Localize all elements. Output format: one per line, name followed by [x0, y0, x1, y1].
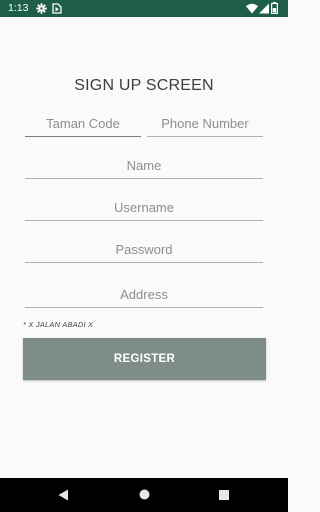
password-field[interactable] [25, 237, 263, 263]
username-field[interactable] [25, 195, 263, 221]
recents-icon[interactable] [219, 490, 229, 500]
media-icon [52, 3, 62, 14]
signal-icon [259, 3, 269, 14]
gear-icon [36, 3, 47, 14]
back-icon[interactable] [58, 489, 69, 501]
wifi-icon [246, 3, 258, 14]
home-icon[interactable] [139, 489, 150, 500]
name-field[interactable] [25, 153, 263, 179]
register-button[interactable]: REGISTER [23, 338, 266, 380]
navigation-bar [0, 478, 288, 512]
address-hint: * X JALAN ABADI X [23, 320, 94, 329]
status-bar: 1:13 [0, 0, 288, 17]
phone-number-field[interactable] [147, 111, 263, 137]
address-field[interactable] [25, 282, 263, 308]
status-time: 1:13 [8, 2, 29, 14]
battery-icon [271, 2, 278, 14]
taman-code-field[interactable] [25, 111, 141, 137]
page-title: SIGN UP SCREEN [74, 77, 214, 94]
